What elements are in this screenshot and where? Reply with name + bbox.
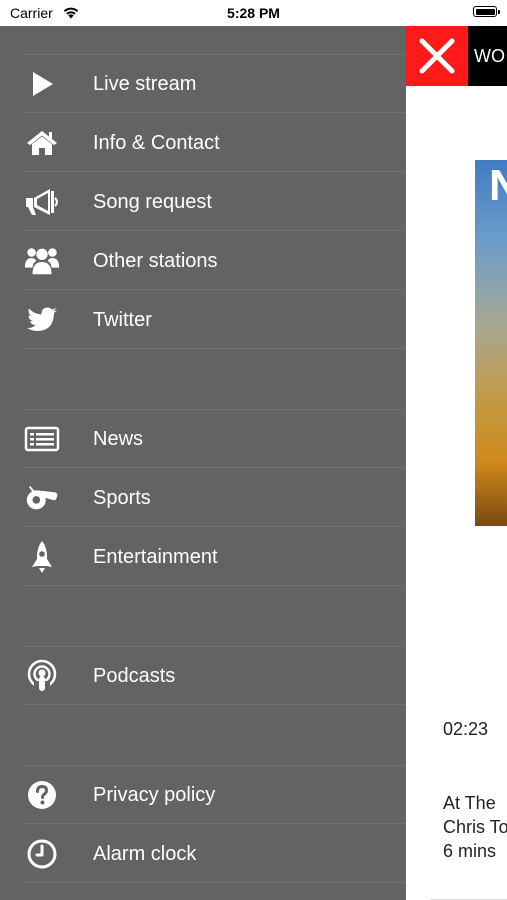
- battery-icon: [473, 6, 500, 17]
- menu-label: Sports: [93, 487, 151, 509]
- question-icon: [24, 779, 60, 811]
- menu-label: Song request: [93, 191, 212, 213]
- menu-label: Podcasts: [93, 665, 176, 687]
- menu-item-info-contact[interactable]: Info & Contact: [24, 114, 406, 172]
- menu-item-other-stations[interactable]: Other stations: [24, 232, 406, 290]
- whistle-icon: [24, 482, 60, 514]
- article-image[interactable]: N: [475, 160, 507, 526]
- menu-label: Privacy policy: [93, 784, 216, 806]
- menu-item-privacy-policy[interactable]: Privacy policy: [24, 766, 406, 824]
- header-bar: WO: [468, 26, 507, 86]
- article-time: 02:23: [443, 719, 489, 739]
- menu-label: Live stream: [93, 73, 197, 95]
- menu-item-twitter[interactable]: Twitter: [24, 291, 406, 349]
- menu-item-song-request[interactable]: Song request: [24, 173, 406, 231]
- menu-item-news[interactable]: News: [24, 410, 406, 468]
- excerpt-line: At The: [443, 793, 496, 813]
- menu-label: Twitter: [93, 309, 152, 331]
- side-drawer: Live stream Info & Contact Song request: [0, 26, 406, 900]
- home-icon: [24, 127, 60, 159]
- menu-item-alarm-clock[interactable]: Alarm clock: [24, 825, 406, 883]
- menu-item-live-stream[interactable]: Live stream: [24, 55, 406, 113]
- menu-item-sports[interactable]: Sports: [24, 469, 406, 527]
- menu-item-entertainment[interactable]: Entertainment: [24, 528, 406, 586]
- menu-label: Other stations: [93, 250, 218, 272]
- close-button[interactable]: [406, 26, 468, 86]
- menu-label: Entertainment: [93, 546, 218, 568]
- menu-label: News: [93, 428, 144, 450]
- play-icon: [24, 68, 60, 100]
- status-bar: Carrier 5:28 PM: [0, 0, 507, 26]
- group-icon: [24, 245, 60, 277]
- menu-item-podcasts[interactable]: Podcasts: [24, 647, 406, 705]
- article-image-text: N: [489, 161, 507, 210]
- clock-icon: [24, 838, 60, 870]
- header-title: WO: [474, 46, 505, 66]
- close-icon: [419, 38, 455, 74]
- menu-label: Alarm clock: [93, 843, 197, 865]
- article-excerpt[interactable]: At The Chris To 6 mins: [443, 791, 507, 863]
- twitter-icon: [24, 304, 60, 336]
- menu-label: Info & Contact: [93, 132, 220, 154]
- newspaper-icon: [24, 423, 60, 455]
- podcast-icon: [24, 659, 60, 693]
- rocket-icon: [24, 541, 60, 573]
- main-content: WO N 02:23 At The Chris To 6 mins: [406, 26, 507, 900]
- clock-time: 5:28 PM: [227, 5, 280, 21]
- megaphone-icon: [24, 186, 60, 218]
- excerpt-line: 6 mins: [443, 841, 497, 861]
- excerpt-line: Chris To: [443, 817, 507, 837]
